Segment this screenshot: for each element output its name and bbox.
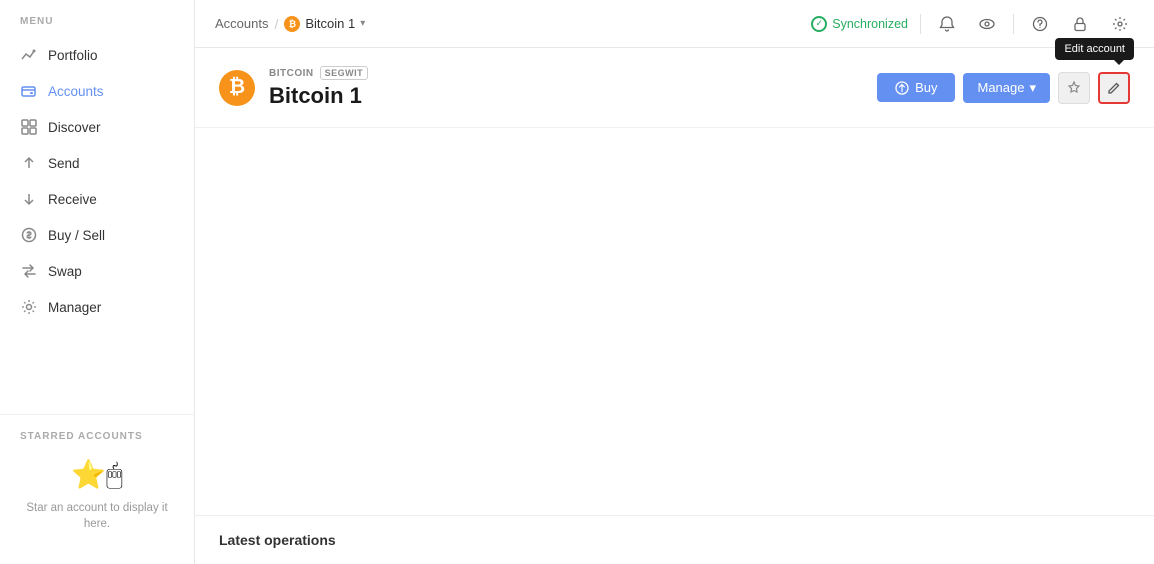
sidebar-item-send[interactable]: Send	[0, 145, 194, 181]
sidebar-receive-label: Receive	[48, 192, 97, 207]
latest-operations: Latest operations	[195, 515, 1154, 564]
sidebar-item-portfolio[interactable]: Portfolio	[0, 37, 194, 73]
sidebar-item-buy-sell[interactable]: Buy / Sell	[0, 217, 194, 253]
starred-label: STARRED ACCOUNTS	[20, 431, 174, 442]
help-button[interactable]	[1026, 10, 1054, 38]
breadcrumb-separator: /	[274, 16, 278, 32]
sync-label: Synchronized	[832, 17, 908, 31]
sidebar: MENU Portfolio Accounts	[0, 0, 195, 564]
sidebar-send-label: Send	[48, 156, 80, 171]
manage-chevron-icon: ▾	[1029, 80, 1036, 96]
topbar-divider-2	[1013, 14, 1014, 34]
receive-icon	[20, 190, 38, 208]
breadcrumb-accounts[interactable]: Accounts	[215, 16, 268, 31]
topbar-divider	[920, 14, 921, 34]
account-subtitle: BITCOIN SEGWIT	[269, 66, 368, 80]
main-content: Accounts / ₿ Bitcoin 1 ▾ ✓ Synchronized	[195, 0, 1154, 564]
content-area: Latest operations	[195, 128, 1154, 564]
sidebar-portfolio-label: Portfolio	[48, 48, 98, 63]
star-cursor-icon: ⭐🖱	[71, 458, 123, 492]
sidebar-accounts-label: Accounts	[48, 84, 104, 99]
latest-operations-title: Latest operations	[219, 532, 336, 548]
breadcrumb-account-name: Bitcoin 1	[305, 16, 355, 31]
manager-icon	[20, 298, 38, 316]
settings-button[interactable]	[1106, 10, 1134, 38]
bell-button[interactable]	[933, 10, 961, 38]
starred-empty: ⭐🖱 Star an account to display it here.	[20, 458, 174, 532]
account-title-area: ₿ BITCOIN SEGWIT Bitcoin 1	[219, 66, 368, 109]
starred-accounts-section: STARRED ACCOUNTS ⭐🖱 Star an account to d…	[0, 414, 194, 548]
topbar: Accounts / ₿ Bitcoin 1 ▾ ✓ Synchronized	[195, 0, 1154, 48]
sidebar-item-receive[interactable]: Receive	[0, 181, 194, 217]
sidebar-item-swap[interactable]: Swap	[0, 253, 194, 289]
starred-empty-text: Star an account to display it here.	[20, 500, 174, 532]
menu-label: MENU	[0, 16, 194, 37]
breadcrumb-bitcoin[interactable]: ₿ Bitcoin 1 ▾	[284, 16, 365, 32]
sync-status: ✓ Synchronized	[811, 16, 908, 32]
manage-button[interactable]: Manage ▾	[963, 73, 1050, 103]
segwit-badge: SEGWIT	[320, 66, 369, 80]
lock-button[interactable]	[1066, 10, 1094, 38]
sidebar-buysell-label: Buy / Sell	[48, 228, 105, 243]
btc-small-icon: ₿	[284, 16, 300, 32]
content-empty	[195, 128, 1154, 515]
sidebar-discover-label: Discover	[48, 120, 101, 135]
sidebar-swap-label: Swap	[48, 264, 82, 279]
buy-button[interactable]: Buy	[877, 73, 955, 102]
eye-button[interactable]	[973, 10, 1001, 38]
sync-check-icon: ✓	[811, 16, 827, 32]
breadcrumb: Accounts / ₿ Bitcoin 1 ▾	[215, 16, 365, 32]
swap-icon	[20, 262, 38, 280]
btc-large-icon: ₿	[219, 70, 255, 106]
edit-account-button[interactable]	[1098, 72, 1130, 104]
sidebar-item-discover[interactable]: Discover	[0, 109, 194, 145]
wallet-icon	[20, 82, 38, 100]
account-title-text: BITCOIN SEGWIT Bitcoin 1	[269, 66, 368, 109]
sidebar-item-accounts[interactable]: Accounts	[0, 73, 194, 109]
coin-label: BITCOIN	[269, 68, 314, 79]
sidebar-manager-label: Manager	[48, 300, 101, 315]
account-header: ₿ BITCOIN SEGWIT Bitcoin 1 Buy Manage ▾	[195, 48, 1154, 128]
dollar-icon	[20, 226, 38, 244]
send-icon	[20, 154, 38, 172]
topbar-right: ✓ Synchronized	[811, 10, 1134, 38]
chevron-down-icon: ▾	[360, 18, 365, 29]
edit-account-tooltip-wrapper: Edit account	[1098, 72, 1130, 104]
sidebar-item-manager[interactable]: Manager	[0, 289, 194, 325]
account-actions: Buy Manage ▾ Edit account	[877, 72, 1130, 104]
grid-icon	[20, 118, 38, 136]
account-name: Bitcoin 1	[269, 83, 368, 109]
chart-icon	[20, 46, 38, 64]
star-account-button[interactable]	[1058, 72, 1090, 104]
